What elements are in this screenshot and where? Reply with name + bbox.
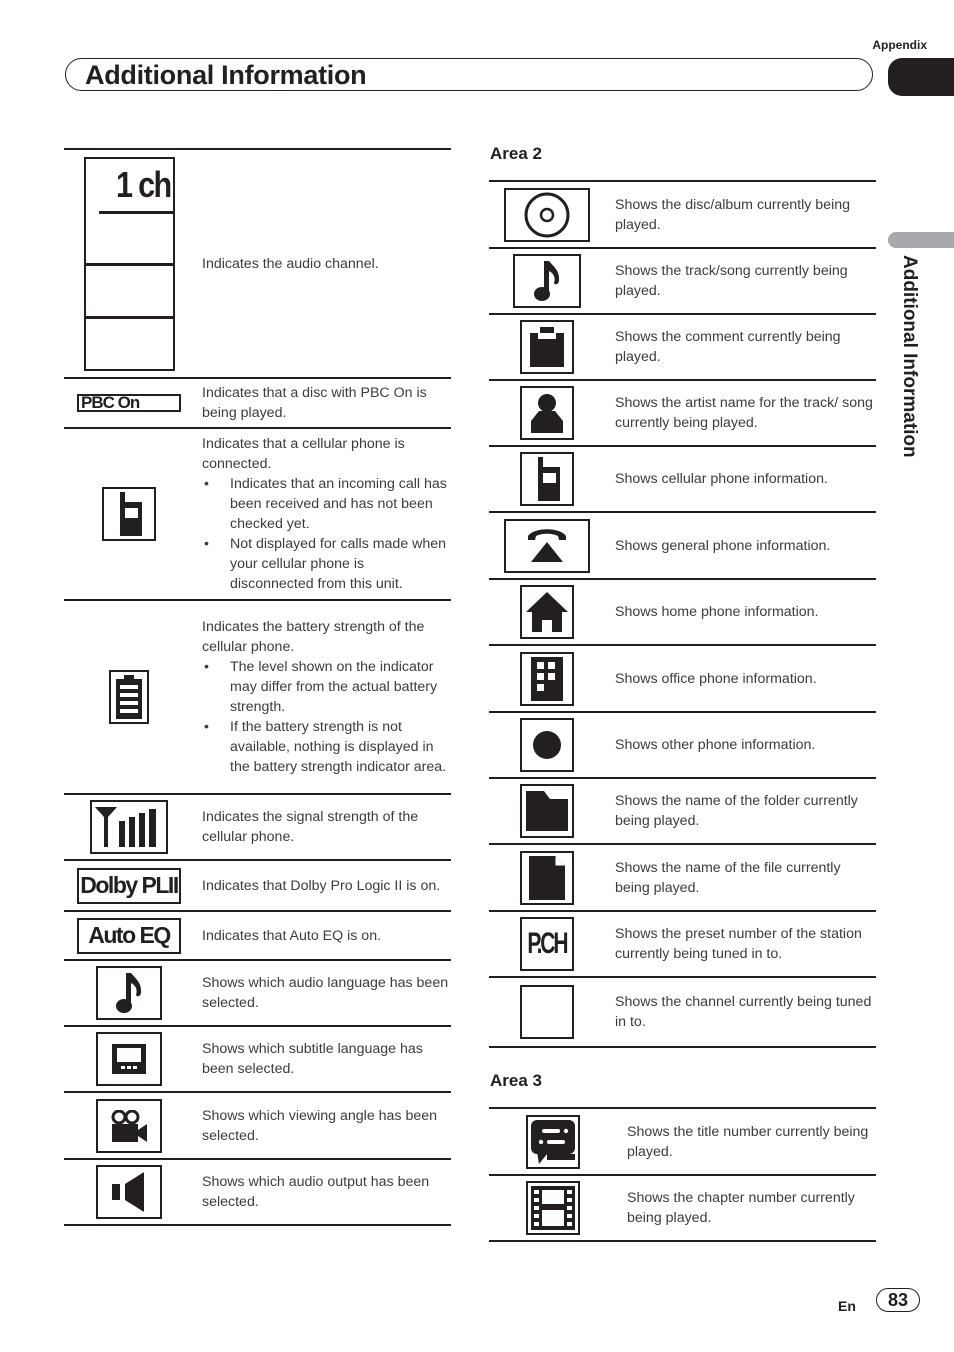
table-row: Shows which subtitle language has been s…	[64, 1027, 451, 1093]
home-icon	[520, 585, 574, 639]
artist-icon	[520, 386, 574, 440]
table-row: Indicates the battery strength of the ce…	[64, 601, 451, 795]
row-description: Shows the comment currently being played…	[615, 329, 841, 365]
file-icon	[520, 850, 574, 905]
row-description: Shows which subtitle language has been s…	[202, 1041, 423, 1077]
table-row: Shows home phone information.	[489, 580, 876, 646]
table-row: Shows the channel currently being tuned …	[489, 978, 876, 1048]
table-row: Shows the name of the file currently bei…	[489, 845, 876, 912]
music-note-icon	[96, 966, 162, 1020]
side-chapter-label: Additional Information	[899, 255, 920, 458]
row-description: Indicates the audio channel.	[202, 255, 379, 272]
table-row: Shows other phone information.	[489, 713, 876, 779]
channel-icon	[520, 985, 574, 1039]
row-description: Shows the artist name for the track/ son…	[615, 395, 873, 431]
comment-icon	[520, 320, 574, 374]
table-row: Shows which audio output has been select…	[64, 1160, 451, 1226]
chapter-icon	[526, 1181, 580, 1235]
pbc-on-indicator: PBC On	[77, 394, 181, 412]
music-note-icon	[513, 254, 581, 308]
bullet-item: • If the battery strength is not availabl…	[204, 719, 447, 775]
row-description: Shows which audio output has been select…	[202, 1174, 430, 1210]
row-description: Indicates that a disc with PBC On is bei…	[202, 385, 427, 421]
battery-icon	[109, 670, 149, 724]
table-row: Shows which viewing angle has been selec…	[64, 1093, 451, 1160]
row-description: Shows the name of the folder currently b…	[615, 793, 858, 829]
table-row: Shows the comment currently being played…	[489, 315, 876, 381]
subtitle-icon	[96, 1032, 162, 1086]
table-row: Shows which audio language has been sele…	[64, 961, 451, 1027]
office-icon	[520, 651, 574, 706]
table-row: PBC On Indicates that a disc with PBC On…	[64, 379, 451, 429]
row-description: Shows other phone information.	[615, 737, 816, 753]
title-icon	[526, 1114, 580, 1169]
other-phone-icon	[520, 718, 574, 772]
area-2-table: Shows the disc/album currently being pla…	[489, 180, 876, 1048]
row-description: Shows the track/song currently being pla…	[615, 263, 848, 299]
row-description: Shows the channel currently being tuned …	[615, 994, 872, 1030]
area-3-heading: Area 3	[490, 1071, 542, 1090]
table-row: Shows cellular phone information.	[489, 447, 876, 513]
bullet-item: • Not displayed for calls made when your …	[204, 536, 447, 592]
row-description: Shows cellular phone information.	[615, 471, 828, 487]
table-row: Shows the chapter number currently being…	[489, 1176, 876, 1242]
table-row: Indicates the signal strength of the cel…	[64, 795, 451, 861]
row-description: Shows the name of the file currently bei…	[615, 859, 841, 896]
table-row: Shows office phone information.	[489, 646, 876, 713]
row-description: Indicates that Auto EQ is on.	[202, 927, 382, 944]
language-label: En	[838, 1298, 856, 1314]
table-row: Shows the title number currently being p…	[489, 1109, 876, 1176]
cellular-phone-icon	[102, 487, 156, 541]
row-description: Shows general phone information.	[615, 537, 831, 554]
row-description: Shows which viewing angle has been selec…	[202, 1107, 438, 1144]
row-description: Shows which audio language has been sele…	[202, 975, 449, 1011]
signal-strength-icon	[90, 800, 168, 854]
row-description: Shows office phone information.	[615, 670, 817, 687]
row-description: Shows the chapter number currently being…	[627, 1190, 855, 1226]
speaker-icon	[96, 1165, 162, 1219]
table-row: 1 ch Indicates the audio channel.	[64, 150, 451, 379]
table-row: Shows the artist name for the track/ son…	[489, 381, 876, 447]
row-description: Shows the preset number of the station c…	[615, 926, 862, 962]
auto-eq-indicator: Auto EQ	[77, 917, 181, 954]
table-row: Shows the track/song currently being pla…	[489, 249, 876, 315]
area-3-table: Shows the title number currently being p…	[489, 1107, 876, 1242]
bullet-item: • The level shown on the indicator may di…	[204, 659, 438, 715]
audio-channel-indicator: 1 ch	[83, 156, 175, 371]
row-description: Indicates the battery strength of the ce…	[194, 601, 451, 793]
row-description: Indicates that Dolby Pro Logic II is on.	[202, 877, 441, 894]
table-row: Shows the name of the folder currently b…	[489, 779, 876, 845]
table-row: Auto EQ Indicates that Auto EQ is on.	[64, 912, 451, 961]
row-description: Shows the disc/album currently being pla…	[615, 196, 851, 233]
general-phone-icon	[504, 518, 590, 573]
table-row: Shows the disc/album currently being pla…	[489, 182, 876, 249]
bullet-item: • Indicates that an incoming call has bee…	[204, 476, 447, 532]
row-description: Shows the title number currently being p…	[627, 1123, 869, 1160]
table-row: Indicates that a cellular phone is conne…	[64, 429, 451, 601]
table-row: Dolby PLII Indicates that Dolby Pro Logi…	[64, 861, 451, 912]
folder-icon	[520, 784, 574, 838]
chapter-tab	[888, 232, 954, 248]
table-row: P.CH Shows the preset number of the stat…	[489, 912, 876, 978]
cellular-phone-icon	[520, 452, 574, 506]
preset-channel-icon: P.CH	[520, 917, 574, 971]
page-title: Additional Information	[85, 60, 367, 90]
camera-angle-icon	[96, 1098, 162, 1153]
disc-icon	[504, 187, 590, 242]
row-description: Indicates the signal strength of the cel…	[202, 809, 419, 845]
area-2-heading: Area 2	[490, 144, 542, 163]
page-number: 83	[876, 1288, 920, 1312]
dolby-pl2-indicator: Dolby PLII	[77, 867, 181, 904]
row-description: Shows home phone information.	[615, 604, 819, 620]
table-row: Shows general phone information.	[489, 513, 876, 580]
row-description: Indicates that a cellular phone is conne…	[194, 429, 451, 599]
left-indicator-table: 1 ch Indicates the audio channel. PBC On…	[64, 148, 451, 1226]
section-tab	[888, 58, 954, 96]
section-label: Appendix	[872, 38, 927, 52]
channel-label: 1 ch	[98, 159, 173, 214]
